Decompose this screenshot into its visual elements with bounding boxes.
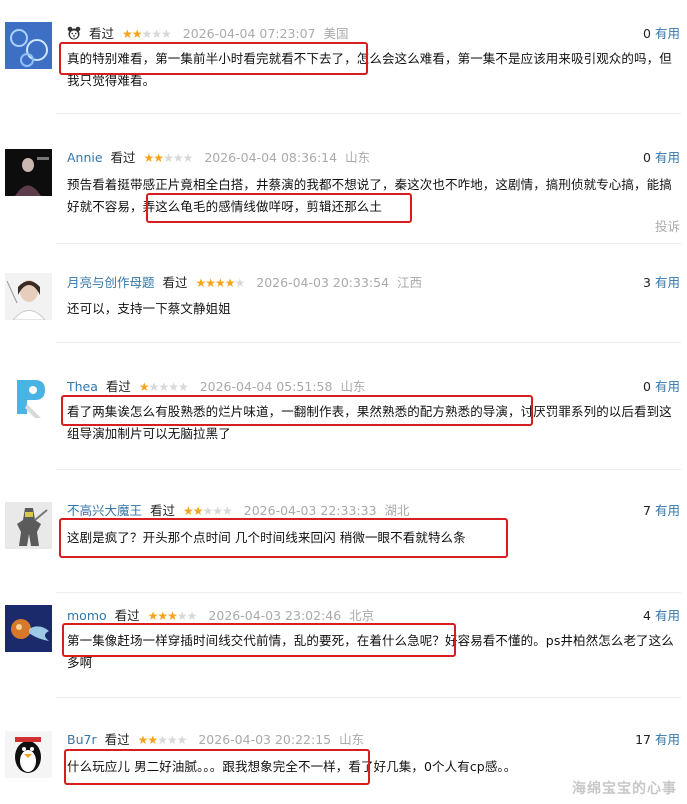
username-link[interactable]: Thea <box>67 379 98 394</box>
useful-count: 3 <box>643 275 651 290</box>
rating-stars: ★★★★★ <box>147 609 198 623</box>
comment-location: 山东 <box>339 732 365 747</box>
useful-label[interactable]: 有用 <box>655 379 680 394</box>
comment-location: 北京 <box>349 608 375 623</box>
avatar[interactable] <box>5 374 52 421</box>
comment-location: 美国 <box>323 26 349 41</box>
comment-time: 2026-04-03 23:02:46 <box>208 608 342 623</box>
comment-time: 2026-04-03 20:33:54 <box>256 275 390 290</box>
useful-button[interactable]: 0 有用 <box>643 378 680 396</box>
comment-time: 2026-04-04 07:23:07 <box>182 26 316 41</box>
watched-label: 看过 <box>114 608 140 623</box>
useful-button[interactable]: 0 有用 <box>643 25 680 43</box>
avatar[interactable] <box>5 731 52 778</box>
comment-meta: Annie 看过 ★★★★★ 2026-04-04 08:36:14 山东 <box>67 149 370 167</box>
useful-button[interactable]: 17 有用 <box>635 731 680 749</box>
useful-count: 0 <box>643 150 651 165</box>
comment-meta: 不高兴大魔王 看过 ★★★★★ 2026-04-03 22:33:33 湖北 <box>67 502 410 520</box>
avatar[interactable] <box>5 273 52 320</box>
divider <box>56 113 681 114</box>
username-link[interactable]: momo <box>67 608 107 623</box>
useful-button[interactable]: 4 有用 <box>643 607 680 625</box>
useful-button[interactable]: 3 有用 <box>643 274 680 292</box>
rating-stars: ★★★★★ <box>121 27 172 41</box>
divider <box>56 697 681 698</box>
comment-text: 什么玩应儿 男二好油腻。。。跟我想象完全不一样，看了好几集，0个人有cp感。。 <box>67 759 517 774</box>
divider <box>56 592 681 593</box>
rating-stars: ★★★★★ <box>183 504 233 518</box>
comment-meta: 看过 ★★★★★ 2026-04-04 07:23:07 美国 <box>67 25 349 43</box>
useful-count: 7 <box>643 503 651 518</box>
avatar[interactable] <box>5 605 52 652</box>
useful-count: 0 <box>643 379 651 394</box>
rating-stars: ★★★★★ <box>138 380 189 394</box>
bear-icon <box>67 26 81 40</box>
report-link[interactable]: 投诉 <box>655 216 680 235</box>
useful-label[interactable]: 有用 <box>655 275 680 290</box>
comment-location: 山东 <box>345 150 371 165</box>
comment-time: 2026-04-04 08:36:14 <box>204 150 338 165</box>
comment-location: 山东 <box>340 379 366 394</box>
rating-stars: ★★★★★ <box>195 276 246 290</box>
watched-label: 看过 <box>104 732 130 747</box>
watched-label: 看过 <box>150 503 176 518</box>
useful-label[interactable]: 有用 <box>655 150 680 165</box>
useful-button[interactable]: 0 有用 <box>643 149 680 167</box>
username-link[interactable]: Bu7r <box>67 732 97 747</box>
watched-label: 看过 <box>88 26 114 41</box>
rating-stars: ★★★★★ <box>137 733 188 747</box>
useful-label[interactable]: 有用 <box>655 608 680 623</box>
divider <box>56 469 681 470</box>
divider <box>56 243 681 244</box>
comment-text: 还可以，支持一下蔡文静姐姐 <box>67 301 231 316</box>
useful-label[interactable]: 有用 <box>655 503 680 518</box>
avatar[interactable] <box>5 149 52 196</box>
username-link[interactable]: 月亮与创作母题 <box>67 275 155 290</box>
username-link[interactable]: Annie <box>67 150 103 165</box>
comment-meta: Bu7r 看过 ★★★★★ 2026-04-03 20:22:15 山东 <box>67 731 364 749</box>
comment-text: 第一集像赶场一样穿插时间线交代前情，乱的要死，在着什么急呢？好容易看不懂的。ps… <box>67 633 674 670</box>
comment-meta: momo 看过 ★★★★★ 2026-04-03 23:02:46 北京 <box>67 607 374 625</box>
useful-count: 4 <box>643 608 651 623</box>
comment-text: 这剧是疯了？开头那个点时间 几个时间线来回闪 稍微一眼不看就特么条 <box>67 530 466 545</box>
watched-label: 看过 <box>105 379 131 394</box>
comment-time: 2026-04-03 22:33:33 <box>243 503 377 518</box>
comment-time: 2026-04-03 20:22:15 <box>198 732 332 747</box>
useful-label[interactable]: 有用 <box>655 26 680 41</box>
divider <box>56 342 681 343</box>
comment-text: 看了两集诶怎么有股熟悉的烂片味道，一翻制作表，果然熟悉的配方熟悉的导演，讨厌罚罪… <box>67 404 672 441</box>
comment-meta: 月亮与创作母题 看过 ★★★★★ 2026-04-03 20:33:54 江西 <box>67 274 422 292</box>
avatar[interactable] <box>5 22 52 69</box>
avatar[interactable] <box>5 502 52 549</box>
useful-label[interactable]: 有用 <box>655 732 680 747</box>
watched-label: 看过 <box>162 275 188 290</box>
comment-text: 预告看着挺带感正片竟相全白搭，井蔡演的我都不想说了，秦这次也不咋地，这剧情，搞刑… <box>67 177 672 214</box>
useful-count: 17 <box>635 732 651 747</box>
watched-label: 看过 <box>110 150 136 165</box>
comment-location: 江西 <box>397 275 423 290</box>
comment-meta: Thea 看过 ★★★★★ 2026-04-04 05:51:58 山东 <box>67 378 365 396</box>
rating-stars: ★★★★★ <box>143 151 194 165</box>
username-link[interactable]: 不高兴大魔王 <box>67 503 142 518</box>
watermark-text: 海绵宝宝的心事 <box>572 781 677 797</box>
useful-button[interactable]: 7 有用 <box>643 502 680 520</box>
comment-location: 湖北 <box>384 503 410 518</box>
useful-count: 0 <box>643 26 651 41</box>
comment-text: 真的特别难看，第一集前半小时看完就看不下去了，怎么会这么难看，第一集不是应该用来… <box>67 51 672 88</box>
comment-time: 2026-04-04 05:51:58 <box>199 379 333 394</box>
